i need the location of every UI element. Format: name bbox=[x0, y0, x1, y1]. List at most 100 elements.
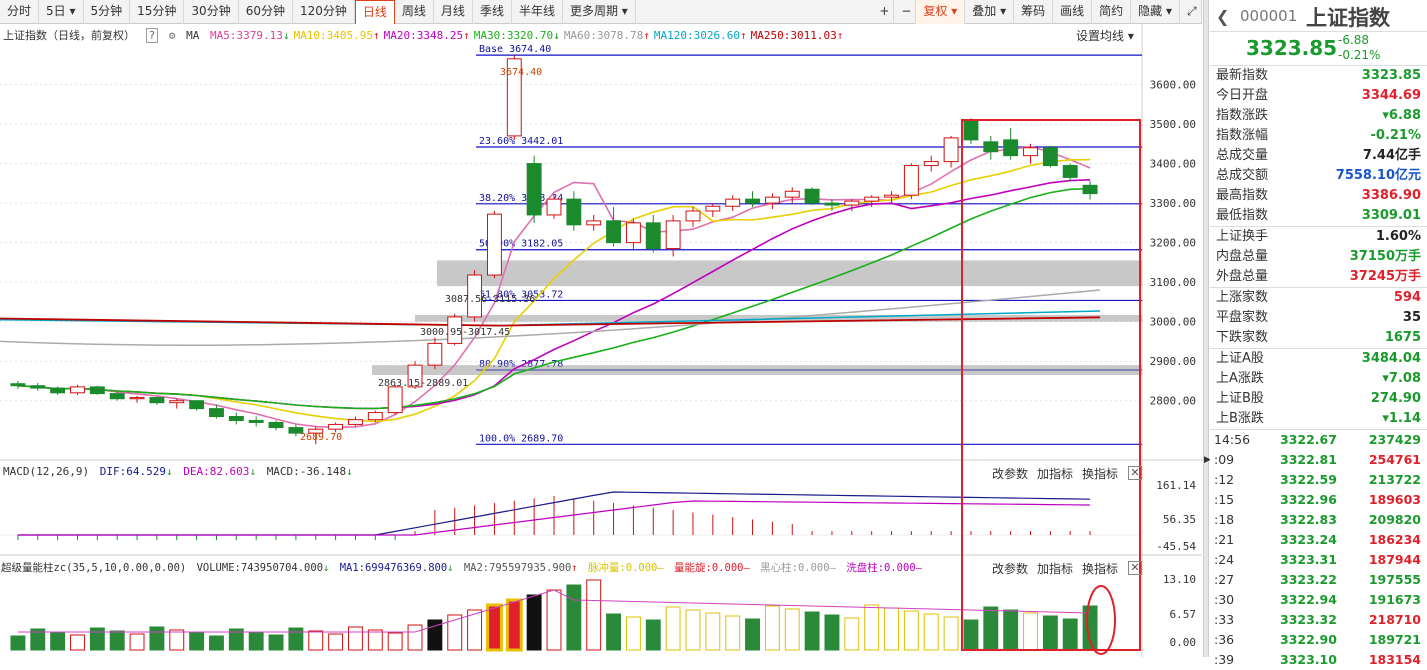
quote-row: 上证换手 1.60% bbox=[1210, 227, 1427, 247]
quote-row-value: 37150万手 bbox=[1349, 249, 1421, 264]
vol-switch-indicator-button[interactable]: 换指标 bbox=[1082, 560, 1118, 577]
candle-body bbox=[526, 163, 542, 216]
panel-splitter[interactable]: ▶ bbox=[1203, 0, 1211, 657]
vol-add-indicator-button[interactable]: 加指标 bbox=[1037, 560, 1073, 577]
tick-price: 3322.67 bbox=[1280, 432, 1337, 447]
stock-code: 000001 bbox=[1240, 7, 1298, 25]
fib-label: 23.60% 3442.01 bbox=[479, 136, 563, 147]
candle-body bbox=[884, 194, 899, 198]
macd-switch-indicator-button[interactable]: 换指标 bbox=[1082, 465, 1118, 482]
macd-tick-label: -45.54 bbox=[1156, 540, 1196, 553]
candle-body bbox=[963, 119, 979, 141]
quote-row: 上涨家数 594 bbox=[1210, 288, 1427, 308]
tick-volume: 183154 bbox=[1368, 652, 1421, 667]
price-tick-label: 3400.00 bbox=[1150, 158, 1196, 171]
volume-bar bbox=[864, 604, 880, 651]
candle-body bbox=[50, 387, 66, 394]
volume-bar bbox=[10, 635, 26, 651]
quote-row: 上证A股 3484.04 bbox=[1210, 349, 1427, 369]
candle-body bbox=[228, 416, 244, 421]
volume-bar bbox=[586, 579, 602, 651]
volume-bar bbox=[505, 598, 523, 652]
vol-close-icon[interactable]: ✕ bbox=[1128, 561, 1142, 575]
ma-legend-item: MA250:3011.03 bbox=[750, 29, 837, 42]
ma-trend-arrow: ↑ bbox=[463, 29, 470, 42]
volume-bar bbox=[606, 613, 622, 651]
candle-body bbox=[149, 397, 165, 404]
vol-tick-label: 13.10 bbox=[1163, 573, 1196, 586]
volume-legend: 超级量能柱zc(35,5,10,0.00,0.00) VOLUME:743950… bbox=[1, 560, 926, 575]
quote-row: 最高指数 3386.90 bbox=[1210, 186, 1427, 206]
candle-body bbox=[30, 385, 46, 389]
fib-label: 100.0% 2689.70 bbox=[479, 433, 563, 444]
ma-trend-arrow: ↑ bbox=[372, 29, 380, 42]
quote-row-value: 35 bbox=[1402, 310, 1421, 325]
price-tick-label: 3600.00 bbox=[1150, 79, 1196, 92]
price-tick-label: 3100.00 bbox=[1150, 276, 1196, 289]
volume-bar bbox=[764, 605, 780, 651]
hxz-arrow: — bbox=[829, 562, 836, 574]
macd-change-params-button[interactable]: 改参数 bbox=[992, 465, 1028, 482]
volume-bar bbox=[50, 631, 66, 651]
tick-row[interactable]: 14:56 3322.67 237429 bbox=[1210, 430, 1427, 450]
xcl-arrow: — bbox=[657, 562, 664, 574]
tick-time: :30 bbox=[1214, 592, 1235, 607]
volume-bar bbox=[884, 607, 899, 651]
tick-row[interactable]: :33 3323.32 218710 bbox=[1210, 610, 1427, 630]
tick-price: 3322.81 bbox=[1280, 452, 1337, 467]
volume-bar bbox=[348, 626, 363, 651]
price-annotation: 3000.95-3017.45 bbox=[420, 327, 510, 338]
kline-chart[interactable]: 3600.00 3500.00 3400.00 3300.00 3200.00 3100.… bbox=[0, 0, 1202, 657]
tick-volume: 189721 bbox=[1368, 632, 1421, 647]
quote-row-label: 最新指数 bbox=[1216, 68, 1269, 83]
back-icon[interactable]: ❮ bbox=[1216, 7, 1229, 26]
vol-change-params-button[interactable]: 改参数 bbox=[992, 560, 1028, 577]
tick-row[interactable]: :24 3323.31 187944 bbox=[1210, 550, 1427, 570]
tick-volume: 237429 bbox=[1368, 432, 1421, 447]
xcl-value: 脉冲量:0.000 bbox=[587, 562, 658, 574]
candle-body bbox=[606, 220, 622, 244]
candle-body bbox=[685, 210, 701, 222]
quote-row: 外盘总量 37245万手 bbox=[1210, 267, 1427, 287]
tick-volume: 213722 bbox=[1368, 472, 1421, 487]
candle-body bbox=[89, 386, 105, 395]
volume-bar bbox=[685, 609, 701, 651]
tick-row[interactable]: :21 3323.24 186234 bbox=[1210, 530, 1427, 550]
xpz-arrow: — bbox=[915, 562, 922, 574]
tick-time: :18 bbox=[1214, 512, 1235, 527]
volume-bar bbox=[367, 629, 383, 651]
tick-price: 3322.59 bbox=[1280, 472, 1337, 487]
candle-body bbox=[764, 196, 780, 204]
tick-row[interactable]: :36 3322.90 189721 bbox=[1210, 630, 1427, 650]
tick-row[interactable]: :09 3322.81 254761 bbox=[1210, 450, 1427, 470]
tick-row[interactable]: :39 3323.10 183154 bbox=[1210, 650, 1427, 670]
tick-time: :24 bbox=[1214, 552, 1235, 567]
candle-body bbox=[109, 393, 125, 400]
tick-list[interactable]: 14:56 3322.67 237429:09 3322.81 254761:12 332… bbox=[1210, 430, 1427, 670]
tick-row[interactable]: :18 3322.83 209820 bbox=[1210, 510, 1427, 530]
candle-body bbox=[824, 202, 840, 206]
ma-settings-button[interactable]: 设置均线 ▾ bbox=[1076, 27, 1134, 44]
volume-bar bbox=[485, 603, 503, 652]
gear-icon[interactable]: ⚙ bbox=[169, 29, 176, 42]
tick-row[interactable]: :30 3322.94 191673 bbox=[1210, 590, 1427, 610]
ma1-value: MA1:699476369.800 bbox=[339, 562, 448, 574]
macd-close-icon[interactable]: ✕ bbox=[1128, 466, 1142, 480]
quote-row: 上B涨跌 ▾1.14 bbox=[1210, 409, 1427, 429]
candle-body bbox=[1003, 139, 1019, 157]
volume-bar bbox=[645, 619, 661, 651]
quote-row-value: 3344.69 bbox=[1361, 88, 1421, 103]
volume-bar bbox=[467, 609, 483, 651]
quote-row: 总成交量 7.44亿手 bbox=[1210, 146, 1427, 166]
ma-trend-arrow: ↑ bbox=[740, 29, 747, 42]
tick-row[interactable]: :27 3323.22 197555 bbox=[1210, 570, 1427, 590]
tick-volume: 218710 bbox=[1368, 612, 1421, 627]
macd-add-indicator-button[interactable]: 加指标 bbox=[1037, 465, 1073, 482]
tick-row[interactable]: :12 3322.59 213722 bbox=[1210, 470, 1427, 490]
tick-row[interactable]: :15 3322.96 189603 bbox=[1210, 490, 1427, 510]
volume-bar bbox=[566, 584, 582, 651]
candle-body bbox=[209, 408, 224, 418]
candle-body bbox=[169, 400, 185, 404]
help-icon[interactable]: ? bbox=[145, 28, 159, 43]
dea-value: DEA:82.603 bbox=[183, 465, 250, 478]
